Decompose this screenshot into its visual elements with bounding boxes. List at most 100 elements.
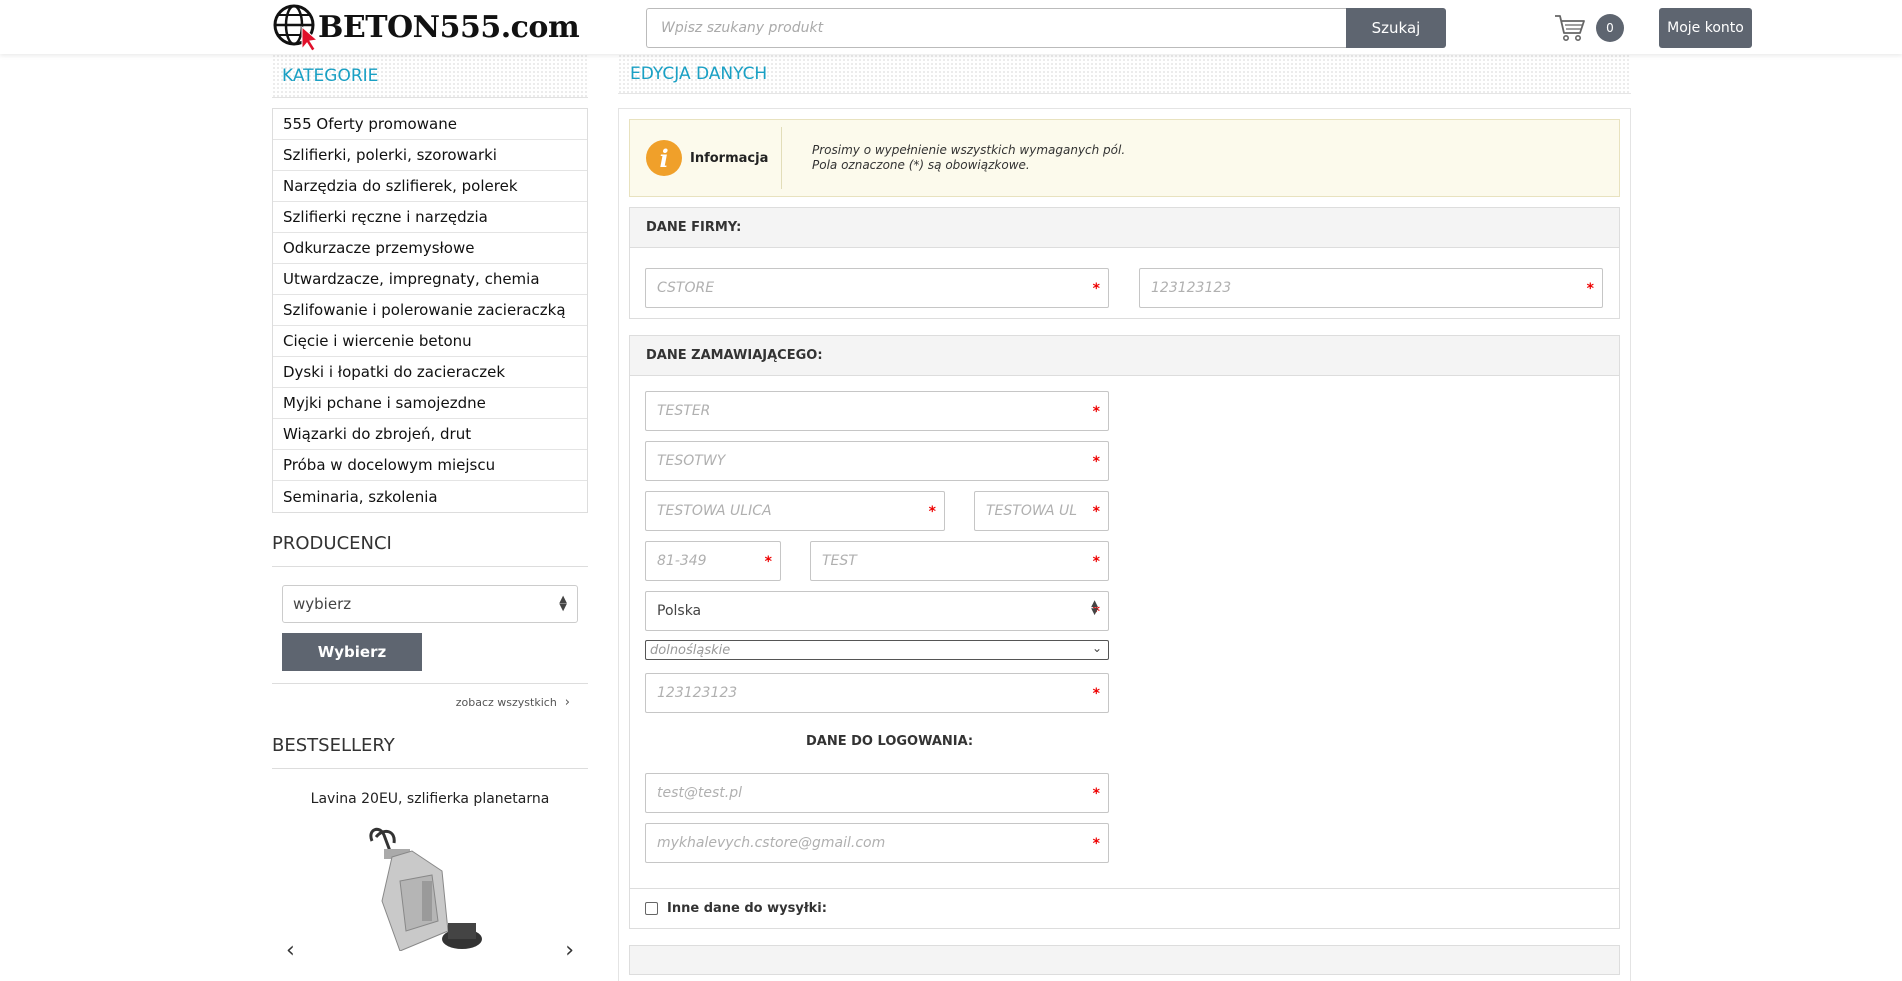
search-bar: Szukaj (646, 8, 1446, 48)
required-mark: * (1092, 504, 1100, 520)
info-line-2: Pola oznaczone (*) są obowiązkowe. (812, 158, 1030, 172)
required-mark: * (1092, 281, 1100, 297)
bestsellers-title: BESTSELLERY (272, 735, 588, 769)
email-confirm-value: mykhalevych.cstore@gmail.com (657, 835, 886, 851)
email-value: test@test.pl (657, 785, 742, 801)
category-item[interactable]: Utwardzacze, impregnaty, chemia (273, 264, 587, 295)
producers-select-value: wybierz (293, 595, 352, 613)
required-mark: * (1092, 454, 1100, 470)
info-box: i Informacja Prosimy o wypełnienie wszys… (629, 119, 1620, 197)
site-header: BETON555.com Szukaj 0 Moje konto (0, 0, 1902, 54)
required-mark: * (764, 554, 772, 570)
bestseller-carousel: ‹ › (272, 821, 588, 963)
category-item[interactable]: Cięcie i wiercenie betonu (273, 326, 587, 357)
categories-title: KATEGORIE (272, 54, 588, 98)
company-name-value: CSTORE (657, 280, 715, 296)
info-text: Prosimy o wypełnienie wszystkich wymagan… (812, 143, 1125, 173)
street-value: TESTOWA ULICA (657, 503, 772, 519)
required-mark: * (1092, 836, 1100, 852)
first-name-field[interactable]: TESTER * (645, 391, 1109, 431)
region-value: dolnośląskie (650, 642, 731, 658)
producers-select[interactable]: wybierz ▲ ▼ (282, 585, 578, 623)
street-field[interactable]: TESTOWA ULICA * (645, 491, 945, 531)
chevron-down-icon: ⌄ (1091, 641, 1102, 655)
logo-text: BETON555.com (318, 9, 580, 45)
edit-data-form: i Informacja Prosimy o wypełnienie wszys… (618, 108, 1631, 981)
required-mark: * (1092, 404, 1100, 420)
company-nip-value: 123123123 (1151, 280, 1232, 296)
info-icon: i (646, 140, 682, 176)
email-field[interactable]: test@test.pl * (645, 773, 1109, 813)
category-item[interactable]: Narzędzia do szlifierek, polerek (273, 171, 587, 202)
category-item[interactable]: Szlifierki, polerki, szorowarki (273, 140, 587, 171)
category-item[interactable]: 555 Oferty promowane (273, 109, 587, 140)
select-arrows-icon: ▲ ▼ (559, 594, 567, 613)
cart-count-badge: 0 (1596, 14, 1624, 42)
country-select[interactable]: Polska * ▲ ▼ (645, 591, 1109, 631)
category-item[interactable]: Wiązarki do zbrojeń, drut (273, 419, 587, 450)
street-number-field[interactable]: TESTOWA UL * (974, 491, 1109, 531)
phone-field[interactable]: 123123123 * (645, 673, 1109, 713)
last-name-field[interactable]: TESOTWY * (645, 441, 1109, 481)
street-number-value: TESTOWA UL (986, 503, 1078, 519)
company-name-field[interactable]: CSTORE * (645, 268, 1109, 308)
login-section-heading: DANE DO LOGOWANIA: (806, 734, 974, 749)
info-line-1: Prosimy o wypełnienie wszystkich wymagan… (812, 143, 1126, 157)
postcode-field[interactable]: 81-349 * (645, 541, 781, 581)
see-all-producers-row: zobacz wszystkich › (272, 683, 588, 721)
bestseller-product-name[interactable]: Lavina 20EU, szlifierka planetarna (272, 791, 588, 807)
company-section-heading: DANE FIRMY: (630, 208, 1619, 248)
city-value: TEST (822, 553, 857, 569)
carousel-prev-icon[interactable]: ‹ (286, 938, 295, 963)
category-item[interactable]: Szlifierki ręczne i narzędzia (273, 202, 587, 233)
other-shipping-checkbox[interactable] (645, 902, 658, 915)
carousel-next-icon[interactable]: › (565, 938, 574, 963)
category-item[interactable]: Dyski i łopatki do zacieraczek (273, 357, 587, 388)
my-account-button[interactable]: Moje konto (1659, 8, 1752, 48)
category-list: 555 Oferty promowane Szlifierki, polerki… (272, 108, 588, 513)
orderer-section-body: TESTER * TESOTWY * TESTOWA ULICA * TESTO… (630, 376, 1619, 888)
site-logo[interactable]: BETON555.com (272, 4, 580, 51)
info-label: Informacja (690, 150, 769, 166)
chevron-right-icon: › (564, 695, 570, 710)
orderer-section: DANE ZAMAWIAJĄCEGO: TESTER * TESOTWY * T… (629, 335, 1620, 889)
phone-value: 123123123 (657, 685, 738, 701)
next-section (629, 945, 1620, 975)
last-name-value: TESOTWY (657, 453, 726, 469)
see-all-producers-link[interactable]: zobacz wszystkich (456, 696, 557, 709)
company-section-body: CSTORE * 123123123 * (630, 248, 1619, 318)
category-item[interactable]: Odkurzacze przemysłowe (273, 233, 587, 264)
bestseller-product-image[interactable] (272, 821, 588, 952)
category-item[interactable]: Próba w docelowym miejscu (273, 450, 587, 481)
category-item[interactable]: Myjki pchane i samojezdne (273, 388, 587, 419)
page-title: EDYCJA DANYCH (618, 54, 1631, 94)
required-mark: * (1586, 281, 1594, 297)
category-item[interactable]: Seminaria, szkolenia (273, 481, 587, 512)
required-mark: * (1092, 554, 1100, 570)
producers-title: PRODUCENCI (272, 533, 588, 567)
required-mark: * (1092, 686, 1100, 702)
company-section: DANE FIRMY: CSTORE * 123123123 * (629, 207, 1620, 319)
search-button[interactable]: Szukaj (1346, 8, 1446, 48)
required-mark: * (1092, 786, 1100, 802)
required-mark: * (928, 504, 936, 520)
country-value: Polska (657, 603, 702, 619)
other-shipping-label: Inne dane do wysyłki: (667, 901, 827, 916)
cart[interactable]: 0 (1554, 13, 1624, 43)
region-select[interactable]: dolnośląskie ⌄ (645, 640, 1109, 660)
sidebar: KATEGORIE 555 Oferty promowane Szlifierk… (272, 54, 588, 963)
globe-cursor-icon (273, 4, 319, 51)
other-shipping-row[interactable]: Inne dane do wysyłki: (629, 889, 1620, 929)
orderer-section-heading: DANE ZAMAWIAJĄCEGO: (630, 336, 1619, 376)
search-input[interactable] (646, 8, 1346, 48)
postcode-value: 81-349 (657, 553, 707, 569)
category-item[interactable]: Szlifowanie i polerowanie zacieraczką (273, 295, 587, 326)
city-field[interactable]: TEST * (810, 541, 1109, 581)
email-confirm-field[interactable]: mykhalevych.cstore@gmail.com * (645, 823, 1109, 863)
company-nip-field[interactable]: 123123123 * (1139, 268, 1603, 308)
cart-icon (1555, 15, 1585, 41)
main-content: EDYCJA DANYCH i Informacja Prosimy o wyp… (618, 54, 1631, 981)
info-divider (781, 127, 782, 189)
first-name-value: TESTER (657, 403, 711, 419)
producers-choose-button[interactable]: Wybierz (282, 633, 422, 671)
